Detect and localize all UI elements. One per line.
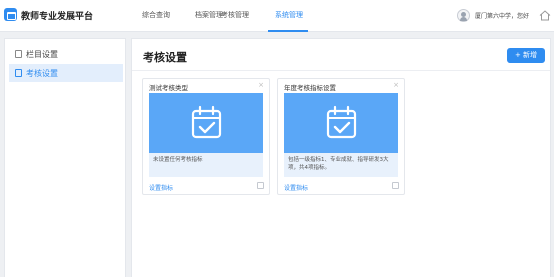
calendar-check-icon	[326, 105, 357, 139]
app-title: 教师专业发展平台	[21, 12, 94, 22]
sidebar-item-column-settings[interactable]: 栏目设置	[9, 45, 123, 63]
active-tab-indicator	[268, 30, 308, 32]
close-icon[interactable]: ×	[393, 81, 399, 89]
card-title: 测试考核类型	[149, 84, 188, 92]
set-indicators-link[interactable]: 设置指标	[149, 183, 173, 192]
avatar[interactable]	[457, 9, 470, 22]
set-indicators-link[interactable]: 设置指标	[284, 183, 308, 192]
tab-archive-management[interactable]: 档案管理	[195, 10, 223, 20]
sidebar-item-assessment-settings[interactable]: 考核设置	[9, 64, 123, 82]
sidebar-item-label: 考核设置	[26, 69, 58, 78]
page-title: 考核设置	[143, 51, 187, 64]
home-icon[interactable]	[539, 10, 551, 21]
calendar-check-icon	[191, 105, 222, 139]
edit-icon[interactable]	[257, 182, 264, 189]
user-greeting: 厦门第六中学，您好	[475, 13, 530, 20]
close-icon[interactable]: ×	[258, 81, 264, 89]
sidebar: 栏目设置 考核设置	[4, 38, 126, 277]
logo-icon	[4, 8, 17, 21]
tab-system-management[interactable]: 系统管理	[275, 10, 303, 20]
sidebar-item-label: 栏目设置	[26, 50, 58, 59]
assessment-card: 测试考核类型 × 未设置任何考核指标 设置指标	[142, 78, 270, 195]
tab-assessment-management[interactable]: 考核管理	[221, 10, 249, 20]
edit-icon[interactable]	[392, 182, 399, 189]
assessment-card: 年度考核指标设置 × 包括一级指标1、专业成就、指导研发3大项，共4项指标。 设…	[277, 78, 405, 195]
card-banner	[149, 93, 263, 153]
document-icon	[15, 69, 22, 77]
tab-comprehensive-query[interactable]: 综合查询	[142, 10, 170, 20]
card-description: 未设置任何考核指标	[149, 153, 263, 177]
card-banner	[284, 93, 398, 153]
card-description: 包括一级指标1、专业成就、指导研发3大项，共4项指标。	[284, 153, 398, 177]
columns-icon	[15, 50, 22, 58]
add-button[interactable]: + 新增	[507, 48, 545, 63]
divider	[132, 70, 550, 71]
card-title: 年度考核指标设置	[284, 84, 336, 92]
main-panel: 考核设置 + 新增 测试考核类型 × 未设置任何考核指标 设置指标 年度考核指标…	[131, 38, 551, 277]
top-bar: 教师专业发展平台 综合查询 档案管理 考核管理 系统管理 厦门第六中学，您好	[0, 0, 554, 32]
